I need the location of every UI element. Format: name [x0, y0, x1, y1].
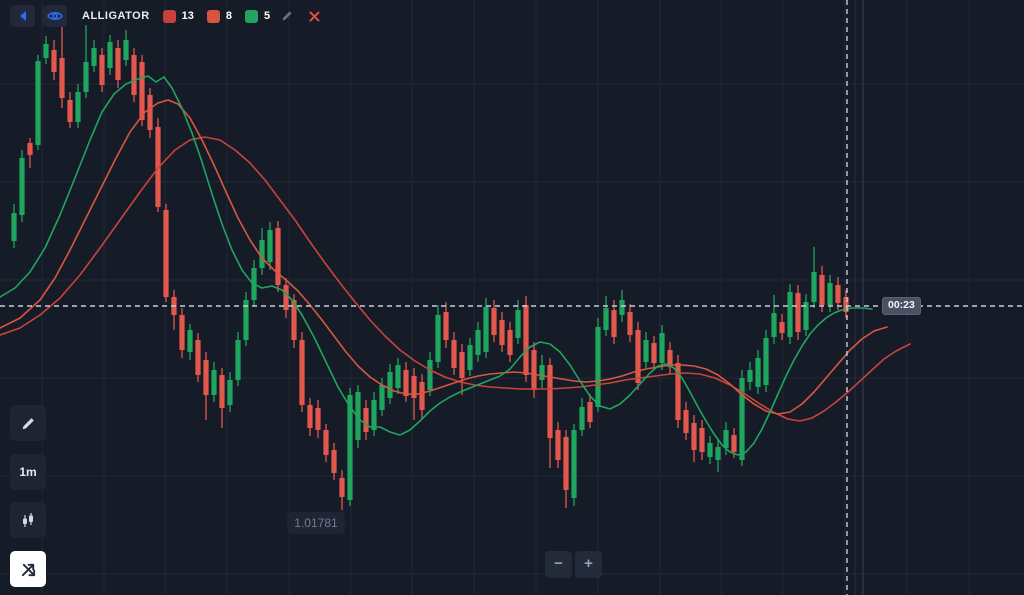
- lips-period-value: 5: [264, 10, 270, 22]
- jaw-color-swatch: [163, 10, 176, 23]
- pencil-icon: [281, 10, 293, 22]
- indicator-name: ALLIGATOR: [82, 10, 150, 22]
- zoom-in-button[interactable]: +: [575, 551, 602, 578]
- close-icon: [309, 11, 320, 22]
- teeth-color-swatch: [207, 10, 220, 23]
- teeth-period-value: 8: [226, 10, 232, 22]
- indicator-param-teeth: 8: [207, 10, 232, 23]
- eye-icon: [47, 10, 63, 22]
- pencil-icon: [21, 416, 36, 431]
- edit-indicator-button[interactable]: [277, 6, 297, 26]
- timeframe-label: 1m: [19, 465, 36, 479]
- lips-color-swatch: [245, 10, 258, 23]
- back-button[interactable]: [10, 5, 35, 27]
- indicator-toolbar: ALLIGATOR 13 8 5: [10, 4, 324, 28]
- crossed-arrows-button[interactable]: [10, 551, 46, 587]
- timeframe-button[interactable]: 1m: [10, 454, 46, 490]
- jaw-period-value: 13: [182, 10, 194, 22]
- trading-chart-screen: ALLIGATOR 13 8 5 1m: [0, 0, 1024, 595]
- visibility-button[interactable]: [42, 5, 67, 27]
- expiry-time-badge: 00:23: [882, 297, 921, 315]
- crossed-arrows-icon: [20, 561, 37, 578]
- back-arrow-icon: [17, 10, 29, 22]
- remove-indicator-button[interactable]: [304, 6, 324, 26]
- indicator-param-jaw: 13: [163, 10, 194, 23]
- draw-tools-button[interactable]: [10, 405, 46, 441]
- candlestick-icon: [20, 512, 36, 529]
- zoom-out-button[interactable]: −: [545, 551, 572, 578]
- chart-type-button[interactable]: [10, 502, 46, 538]
- price-tag: 1.01781: [287, 512, 345, 534]
- candlestick-chart[interactable]: [0, 0, 1024, 595]
- indicator-param-lips: 5: [245, 10, 270, 23]
- zoom-controls: − +: [545, 551, 602, 578]
